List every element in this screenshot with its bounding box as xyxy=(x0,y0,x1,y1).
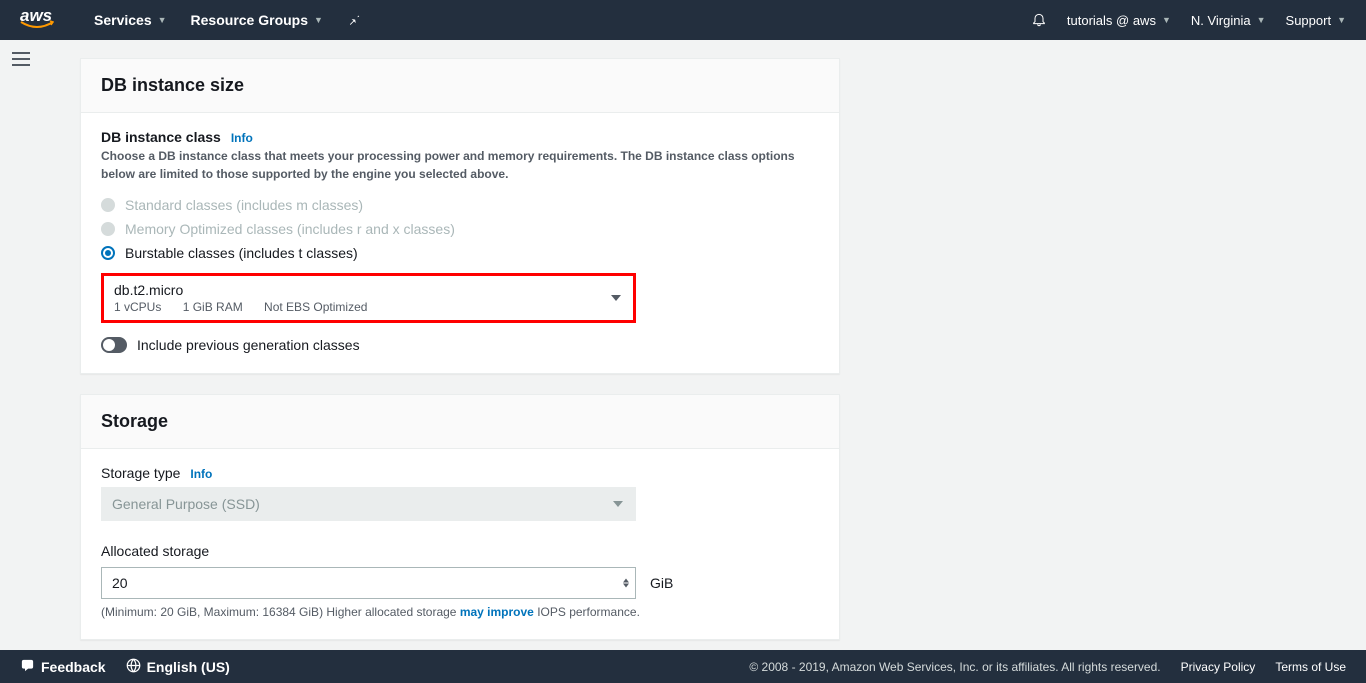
allocated-storage-label: Allocated storage xyxy=(101,543,209,559)
nav-services-label: Services xyxy=(94,12,152,28)
include-prev-gen-row: Include previous generation classes xyxy=(101,337,819,353)
radio-burstable-classes[interactable]: Burstable classes (includes t classes) xyxy=(101,241,819,265)
chevron-down-icon: ▼ xyxy=(158,15,167,25)
instance-class-select[interactable]: db.t2.micro 1 vCPUs 1 GiB RAM Not EBS Op… xyxy=(101,273,636,323)
nav-region[interactable]: N. Virginia ▼ xyxy=(1191,13,1266,28)
nav-resource-groups[interactable]: Resource Groups ▼ xyxy=(191,12,323,28)
nav-support[interactable]: Support ▼ xyxy=(1286,13,1346,28)
db-instance-class-label: DB instance class xyxy=(101,129,221,145)
footer: Feedback English (US) © 2008 - 2019, Ama… xyxy=(0,650,1366,683)
card-header: DB instance size xyxy=(81,59,839,113)
chevron-down-icon: ▼ xyxy=(1162,15,1171,25)
sidebar-toggle[interactable] xyxy=(12,52,30,66)
include-prev-gen-toggle[interactable] xyxy=(101,337,127,353)
chevron-down-icon: ▼ xyxy=(1257,15,1266,25)
chat-icon xyxy=(20,658,35,676)
include-prev-gen-label: Include previous generation classes xyxy=(137,337,360,353)
footer-privacy[interactable]: Privacy Policy xyxy=(1181,660,1256,674)
storage-type-label: Storage type xyxy=(101,465,180,481)
spec-vcpu: 1 vCPUs xyxy=(114,300,161,314)
aws-logo[interactable]: aws xyxy=(20,10,54,30)
top-nav: aws Services ▼ Resource Groups ▼ tutoria… xyxy=(0,0,1366,40)
nav-resource-groups-label: Resource Groups xyxy=(191,12,308,28)
storage-type-value: General Purpose (SSD) xyxy=(112,496,605,512)
card-storage: Storage Storage type Info General Purpos… xyxy=(80,394,840,640)
spec-ram: 1 GiB RAM xyxy=(183,300,243,314)
pin-icon xyxy=(347,12,361,29)
instance-class-value: db.t2.micro xyxy=(114,282,603,298)
nav-notifications[interactable] xyxy=(1031,11,1047,30)
info-link[interactable]: Info xyxy=(190,467,212,481)
card-header: Storage xyxy=(81,395,839,449)
card-title: DB instance size xyxy=(101,75,819,96)
radio-label: Memory Optimized classes (includes r and… xyxy=(125,221,455,237)
footer-feedback[interactable]: Feedback xyxy=(20,658,106,676)
globe-icon xyxy=(126,658,141,676)
allocated-storage-unit: GiB xyxy=(650,575,673,591)
main-content: DB instance size DB instance class Info … xyxy=(40,40,1366,650)
spec-ebs: Not EBS Optimized xyxy=(264,300,367,314)
nav-account[interactable]: tutorials @ aws ▼ xyxy=(1067,13,1171,28)
card-title: Storage xyxy=(101,411,819,432)
instance-class-specs: 1 vCPUs 1 GiB RAM Not EBS Optimized xyxy=(114,300,603,314)
allocated-storage-hint: (Minimum: 20 GiB, Maximum: 16384 GiB) Hi… xyxy=(101,605,819,619)
db-instance-class-desc: Choose a DB instance class that meets yo… xyxy=(101,147,801,183)
footer-language-label: English (US) xyxy=(147,659,230,675)
radio-standard-classes: Standard classes (includes m classes) xyxy=(101,193,819,217)
radio-icon xyxy=(101,246,115,260)
number-spinner[interactable] xyxy=(623,579,629,588)
nav-support-label: Support xyxy=(1286,13,1332,28)
footer-copyright: © 2008 - 2019, Amazon Web Services, Inc.… xyxy=(749,660,1160,674)
nav-pin[interactable] xyxy=(347,12,361,29)
allocated-storage-input[interactable]: 20 xyxy=(101,567,636,599)
bell-icon xyxy=(1031,11,1047,30)
card-db-instance-size: DB instance size DB instance class Info … xyxy=(80,58,840,374)
caret-down-icon xyxy=(613,501,623,507)
radio-label: Standard classes (includes m classes) xyxy=(125,197,363,213)
info-link[interactable]: Info xyxy=(231,131,253,145)
storage-type-select: General Purpose (SSD) xyxy=(101,487,636,521)
nav-region-label: N. Virginia xyxy=(1191,13,1251,28)
chevron-down-icon: ▼ xyxy=(1337,15,1346,25)
may-improve-link[interactable]: may improve xyxy=(460,605,534,619)
radio-icon xyxy=(101,198,115,212)
radio-memory-optimized: Memory Optimized classes (includes r and… xyxy=(101,217,819,241)
footer-feedback-label: Feedback xyxy=(41,659,106,675)
nav-account-label: tutorials @ aws xyxy=(1067,13,1156,28)
caret-down-icon xyxy=(611,295,621,301)
allocated-storage-value: 20 xyxy=(112,575,128,591)
radio-icon xyxy=(101,222,115,236)
chevron-down-icon: ▼ xyxy=(314,15,323,25)
footer-terms[interactable]: Terms of Use xyxy=(1275,660,1346,674)
nav-services[interactable]: Services ▼ xyxy=(94,12,167,28)
radio-label: Burstable classes (includes t classes) xyxy=(125,245,358,261)
spinner-down-icon xyxy=(623,584,629,588)
spinner-up-icon xyxy=(623,579,629,583)
footer-language[interactable]: English (US) xyxy=(126,658,230,676)
